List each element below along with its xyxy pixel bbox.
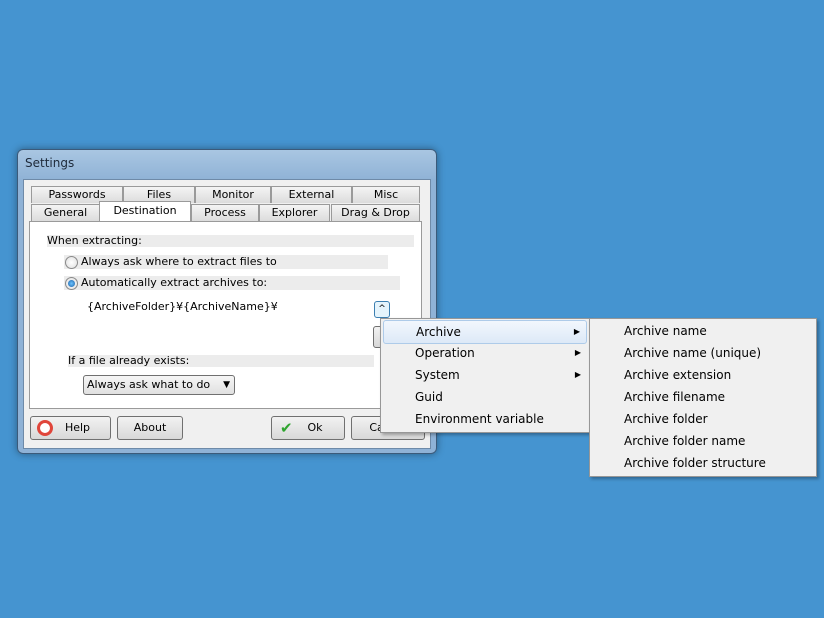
if-exists-dropdown[interactable]: Always ask what to do ▼ — [83, 375, 235, 395]
archive-submenu: Archive name Archive name (unique) Archi… — [589, 318, 817, 477]
submenu-item-archive-filename[interactable]: Archive filename — [590, 386, 816, 408]
submenu-item-label: Archive folder name — [624, 434, 746, 448]
window-title: Settings — [25, 156, 75, 170]
submenu-item-label: Archive name (unique) — [624, 346, 762, 360]
submenu-item-label: Archive filename — [624, 390, 726, 404]
submenu-item-label: Archive name — [624, 324, 707, 338]
tab-process[interactable]: Process — [191, 204, 259, 221]
submenu-item-archive-folder-name[interactable]: Archive folder name — [590, 430, 816, 452]
chevron-up-icon: ^ — [378, 304, 386, 314]
radio-auto-row[interactable]: Automatically extract archives to: — [64, 276, 400, 290]
tab-general[interactable]: General — [31, 204, 100, 221]
submenu-item-archive-name[interactable]: Archive name — [590, 320, 816, 342]
ok-label: Ok — [307, 421, 323, 434]
menu-item-label: Operation — [415, 346, 475, 360]
ok-button[interactable]: ✔ Ok — [271, 416, 345, 440]
tab-destination[interactable]: Destination — [99, 201, 191, 221]
tab-misc[interactable]: Misc — [352, 186, 420, 203]
checkmark-icon: ✔ — [280, 419, 293, 437]
submenu-item-archive-extension[interactable]: Archive extension — [590, 364, 816, 386]
submenu-item-archive-name-unique[interactable]: Archive name (unique) — [590, 342, 816, 364]
menu-item-label: System — [415, 368, 460, 382]
radio-auto-label: Automatically extract archives to: — [81, 276, 268, 289]
destination-path[interactable]: {ArchiveFolder}¥{ArchiveName}¥ — [87, 300, 278, 313]
menu-item-label: Guid — [415, 390, 443, 404]
submenu-item-label: Archive folder — [624, 412, 708, 426]
variables-menu: Archive ▶ Operation ▶ System ▶ Guid Environ… — [380, 318, 590, 433]
submenu-arrow-icon: ▶ — [574, 348, 581, 357]
about-button[interactable]: About — [117, 416, 183, 440]
menu-item-guid[interactable]: Guid — [381, 386, 589, 408]
when-extracting-label: When extracting: — [47, 235, 414, 247]
menu-item-operation[interactable]: Operation ▶ — [381, 342, 589, 364]
submenu-arrow-icon: ▶ — [574, 370, 581, 379]
help-button[interactable]: Help — [30, 416, 111, 440]
submenu-item-archive-folder[interactable]: Archive folder — [590, 408, 816, 430]
menu-item-archive[interactable]: Archive ▶ — [383, 320, 587, 344]
if-exists-label: If a file already exists: — [68, 355, 374, 367]
expand-variables-button[interactable]: ^ — [374, 301, 390, 318]
tab-external[interactable]: External — [271, 186, 352, 203]
if-exists-value: Always ask what to do — [87, 378, 211, 391]
menu-item-label: Environment variable — [415, 412, 544, 426]
lifebuoy-icon — [37, 420, 53, 436]
radio-ask-label: Always ask where to extract files to — [81, 255, 277, 268]
menu-item-system[interactable]: System ▶ — [381, 364, 589, 386]
help-label: Help — [64, 421, 91, 434]
tab-drag-drop[interactable]: Drag & Drop — [331, 204, 420, 221]
tab-explorer[interactable]: Explorer — [259, 204, 330, 221]
submenu-item-archive-folder-structure[interactable]: Archive folder structure — [590, 452, 816, 474]
tab-monitor[interactable]: Monitor — [195, 186, 271, 203]
menu-item-environment-variable[interactable]: Environment variable — [381, 408, 589, 430]
menu-item-label: Archive — [416, 325, 461, 339]
submenu-item-label: Archive extension — [624, 368, 732, 382]
radio-ask[interactable] — [65, 256, 78, 269]
submenu-arrow-icon: ▶ — [573, 327, 580, 336]
dropdown-arrow-icon: ▼ — [223, 380, 230, 390]
radio-auto[interactable] — [65, 277, 78, 290]
submenu-item-label: Archive folder structure — [624, 456, 766, 470]
radio-ask-row[interactable]: Always ask where to extract files to — [64, 255, 388, 269]
